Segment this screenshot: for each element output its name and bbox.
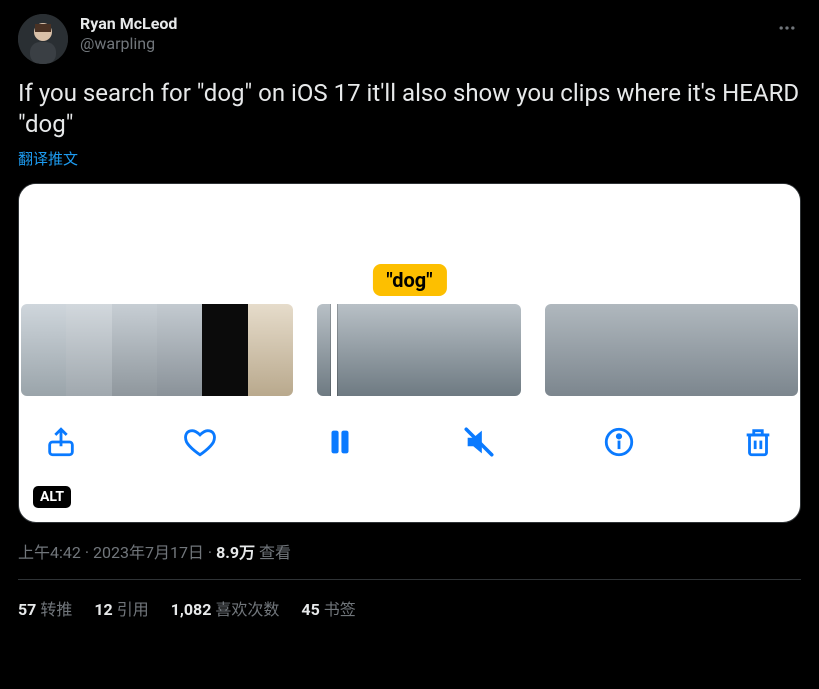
trash-icon [741,425,775,459]
clip-group[interactable] [545,304,798,396]
translate-link[interactable]: 翻译推文 [18,148,78,169]
timeline-frame [630,304,672,396]
pause-icon [323,425,357,459]
delete-button[interactable] [738,422,778,462]
like-button[interactable] [180,422,220,462]
share-button[interactable] [41,422,81,462]
tweet-meta: 上午4:42 · 2023年7月17日 · 8.9万 查看 [18,539,801,563]
timeline-frame [587,304,629,396]
more-button[interactable] [773,14,801,46]
author-names[interactable]: Ryan McLeod @warpling [80,14,773,54]
timeline-frame [157,304,202,396]
tweet-text: If you search for "dog" on iOS 17 it'll … [18,78,801,140]
display-name: Ryan McLeod [80,14,773,34]
clip-group[interactable] [21,304,293,396]
more-icon [777,18,797,38]
pause-button[interactable] [320,422,360,462]
retweets-stat[interactable]: 57转推 [18,596,72,620]
handle: @warpling [80,34,773,54]
quotes-stat[interactable]: 12引用 [94,596,148,620]
bookmarks-stat[interactable]: 45书签 [301,596,355,620]
tweet-stats: 57转推 12引用 1,082喜欢次数 45书签 [18,580,801,620]
tweet-date[interactable]: 2023年7月17日 [93,543,204,562]
media-controls [19,396,800,484]
timeline-frame [545,304,587,396]
timeline-frame [368,304,419,396]
timeline-frame [714,304,756,396]
avatar[interactable] [18,14,68,64]
media-top-area: "dog" [19,184,800,304]
timeline-frame [202,304,247,396]
heart-icon [183,425,217,459]
info-icon [602,425,636,459]
timeline-frame [66,304,111,396]
mute-icon [462,425,496,459]
search-tag-label: "dog" [372,264,446,296]
views-label: 查看 [255,543,291,562]
tweet-header: Ryan McLeod @warpling [18,14,801,64]
tweet-container: Ryan McLeod @warpling If you search for … [0,0,819,634]
likes-stat[interactable]: 1,082喜欢次数 [171,596,280,620]
timeline-frame [248,304,293,396]
timeline-frame [672,304,714,396]
timeline-frame [112,304,157,396]
timeline-frame [317,304,368,396]
video-timeline[interactable] [19,304,800,396]
clip-group[interactable] [317,304,521,396]
timeline-frame [419,304,470,396]
alt-badge[interactable]: ALT [33,486,71,508]
info-button[interactable] [599,422,639,462]
share-icon [44,425,78,459]
timeline-frame [470,304,521,396]
tweet-time[interactable]: 上午4:42 [18,543,81,562]
media-card[interactable]: "dog" [18,183,801,523]
timeline-frame [756,304,798,396]
timeline-frame [21,304,66,396]
views-count: 8.9万 [216,543,255,562]
playhead[interactable] [331,304,337,396]
mute-button[interactable] [459,422,499,462]
